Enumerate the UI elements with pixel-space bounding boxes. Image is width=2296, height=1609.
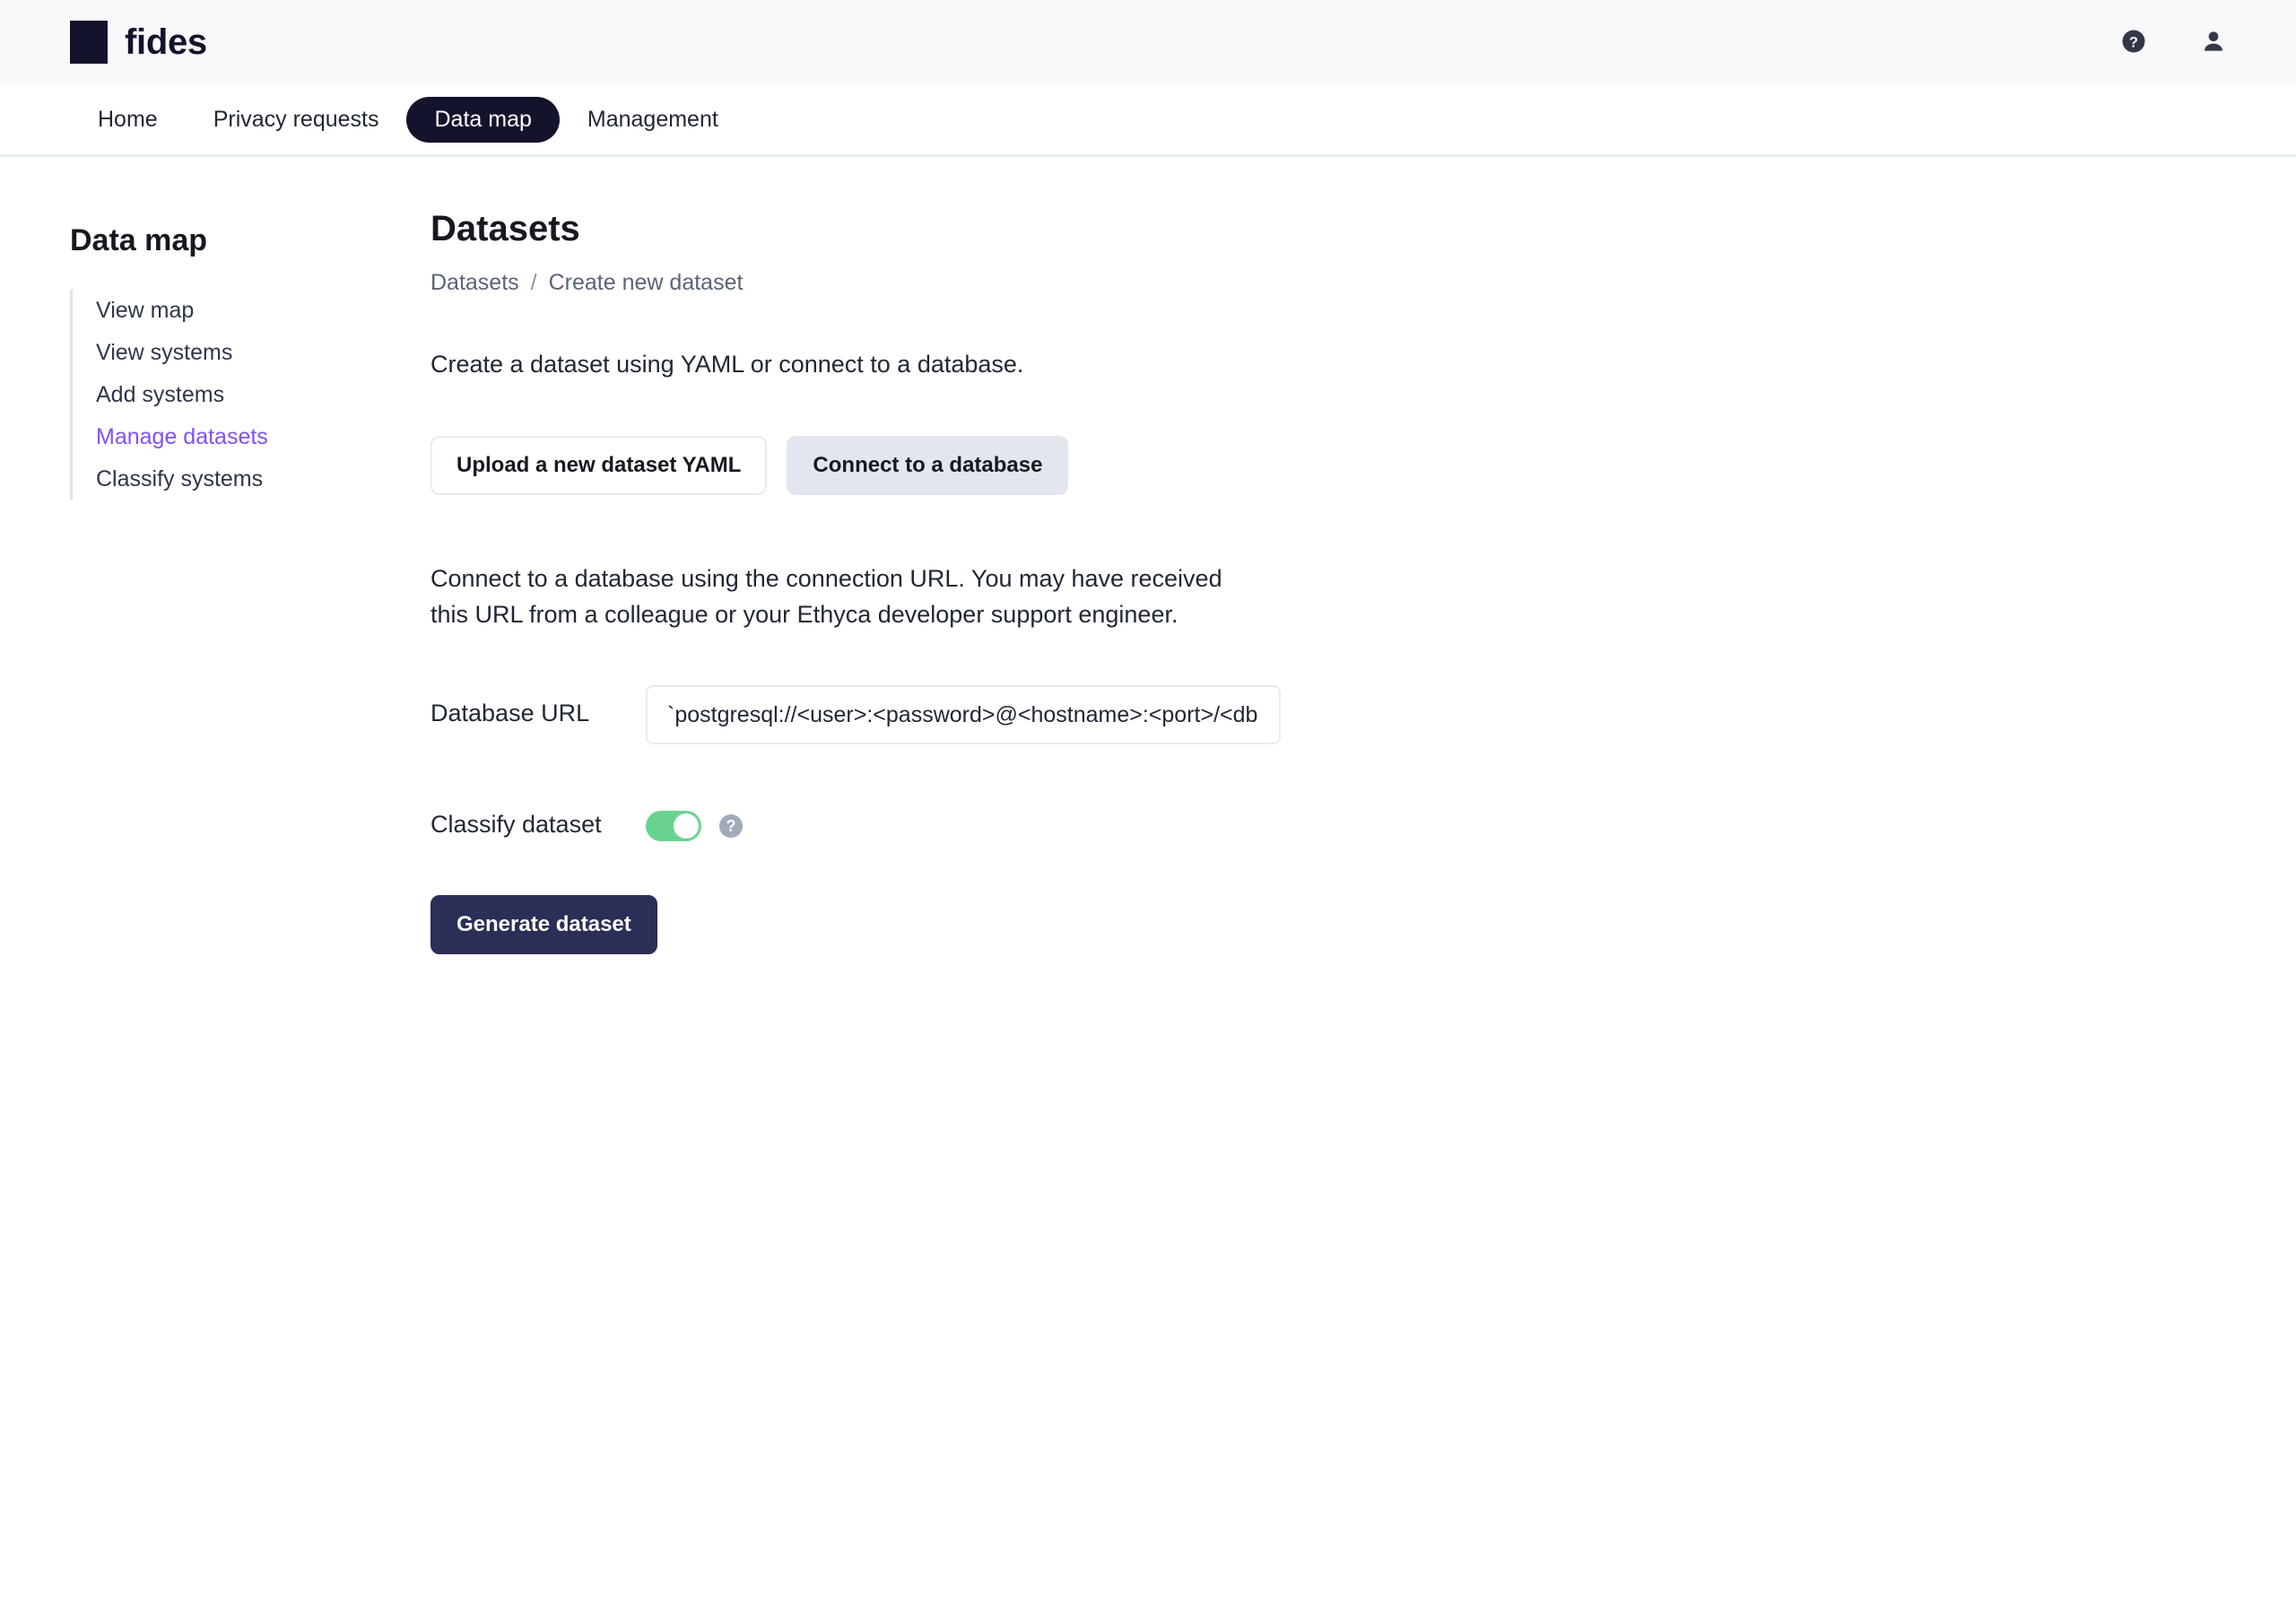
- header-actions: ?: [2116, 24, 2240, 60]
- classify-dataset-toggle[interactable]: [646, 811, 701, 842]
- upload-yaml-button[interactable]: Upload a new dataset YAML: [430, 436, 768, 496]
- sidebar-item-add-systems[interactable]: Add systems: [96, 374, 430, 416]
- nav-item-data-map[interactable]: Data map: [406, 96, 560, 143]
- page-title: Datasets: [430, 209, 580, 248]
- toggle-knob: [674, 813, 699, 839]
- page-body: Data map View map View systems Add syste…: [0, 157, 2296, 955]
- square-logo-icon: [70, 21, 108, 64]
- help-button[interactable]: ?: [2116, 24, 2152, 60]
- brand-name: fides: [125, 22, 207, 62]
- breadcrumb: Datasets / Create new dataset: [430, 272, 1417, 294]
- database-url-field-row: Database URL: [430, 685, 1417, 745]
- classify-toggle-row: ?: [646, 796, 1417, 842]
- breadcrumb-separator: /: [530, 270, 537, 295]
- submit-row: Generate dataset: [430, 895, 1417, 955]
- intro-text: Create a dataset using YAML or connect t…: [430, 351, 1024, 378]
- sidebar-item-view-map[interactable]: View map: [96, 290, 430, 332]
- nav-item-management[interactable]: Management: [560, 97, 746, 143]
- account-button[interactable]: [2196, 24, 2231, 60]
- primary-nav: Home Privacy requests Data map Managemen…: [0, 84, 2296, 157]
- classify-dataset-control: ?: [646, 796, 1417, 842]
- sidebar-item-manage-datasets[interactable]: Manage datasets: [96, 416, 430, 458]
- classify-dataset-label: Classify dataset: [430, 811, 602, 839]
- sidebar-item-classify-systems[interactable]: Classify systems: [96, 458, 430, 500]
- brand-logo-group[interactable]: fides: [70, 21, 207, 64]
- svg-text:?: ?: [2129, 34, 2138, 50]
- help-circle-icon: ?: [2120, 28, 2147, 57]
- app-header: fides ?: [0, 0, 2296, 84]
- connect-description: Connect to a database using the connecti…: [430, 565, 1222, 629]
- sidebar-title: Data map: [70, 223, 208, 257]
- sidebar-item-view-systems[interactable]: View systems: [96, 332, 430, 374]
- sidebar-nav: View map View systems Add systems Manage…: [70, 289, 430, 500]
- user-account-icon: [2199, 27, 2228, 58]
- connect-database-button[interactable]: Connect to a database: [787, 436, 1069, 496]
- sidebar: Data map View map View systems Add syste…: [0, 157, 430, 954]
- database-url-input[interactable]: [646, 685, 1281, 745]
- question-mark-icon[interactable]: ?: [719, 814, 743, 839]
- nav-list: Home Privacy requests Data map Managemen…: [70, 96, 746, 143]
- nav-item-privacy-requests[interactable]: Privacy requests: [186, 97, 407, 143]
- breadcrumb-item-create-new-dataset[interactable]: Create new dataset: [549, 272, 744, 294]
- main-content: Datasets Datasets / Create new dataset C…: [430, 157, 1417, 955]
- database-url-control: [646, 685, 1417, 745]
- nav-item-home[interactable]: Home: [70, 97, 186, 143]
- breadcrumb-item-datasets[interactable]: Datasets: [430, 272, 519, 294]
- classify-dataset-field-row: Classify dataset ?: [430, 796, 1417, 843]
- database-url-label: Database URL: [430, 700, 590, 727]
- dataset-source-tabs: Upload a new dataset YAML Connect to a d…: [430, 436, 1417, 496]
- generate-dataset-button[interactable]: Generate dataset: [430, 895, 657, 955]
